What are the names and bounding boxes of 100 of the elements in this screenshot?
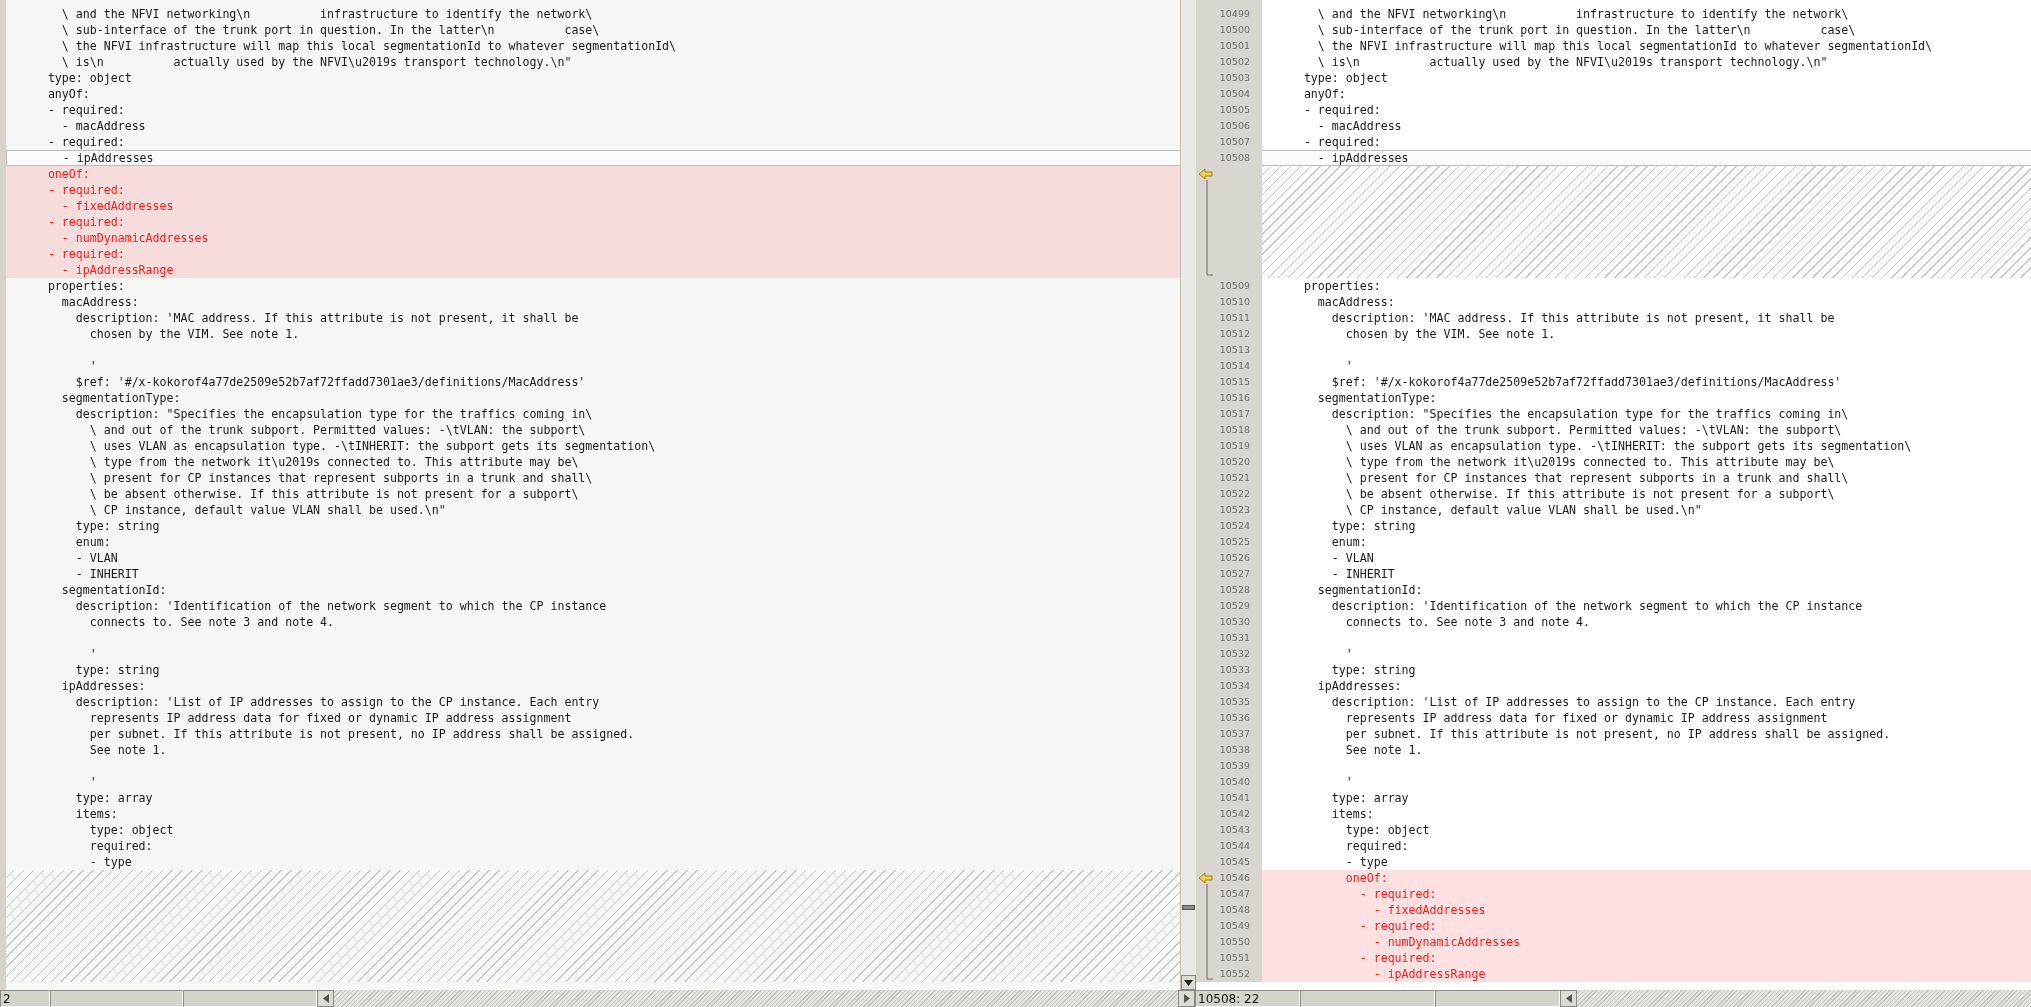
code-line: segmentationType: — [60, 391, 181, 405]
code-line: - ipAddresses — [61, 151, 154, 165]
line-number: 10540 — [1219, 776, 1250, 788]
chunk-arrow-icon[interactable] — [1197, 166, 1215, 278]
line-number: 10548 — [1219, 904, 1250, 916]
code-line: description: "Specifies the encapsulation type for the traffics coming in\ — [1330, 407, 1849, 421]
scroll-down-button[interactable] — [1181, 975, 1196, 990]
code-line: properties: — [1302, 279, 1381, 293]
line-number: 10508 — [1219, 152, 1250, 164]
code-line: per subnet. If this attribute is not present, no IP address shall be assigned. — [88, 727, 635, 741]
code-line: \ and the NFVI networking\n infrastructure to identify the network\ — [60, 7, 593, 21]
line-number: 10538 — [1219, 744, 1250, 756]
code-line: - fixedAddresses — [1372, 903, 1486, 917]
scroll-left-button[interactable] — [1560, 990, 1577, 1007]
code-line: segmentationId: — [60, 583, 167, 597]
code-line: oneOf: — [1344, 871, 1388, 885]
line-number: 10551 — [1219, 952, 1250, 964]
line-number: 10507 — [1219, 136, 1250, 148]
code-line: \ and out of the trunk subport. Permitted values: -\tVLAN: the subport\ — [1344, 423, 1842, 437]
line-number: 10510 — [1219, 296, 1250, 308]
line-number: 10511 — [1219, 312, 1250, 324]
line-number: 10516 — [1219, 392, 1250, 404]
code-line: - required: — [1358, 887, 1437, 901]
horizontal-scrollbar[interactable] — [317, 990, 1195, 1007]
line-number: 10546 — [1219, 872, 1250, 884]
code-line: required: — [88, 839, 153, 853]
code-line: connects to. See note 3 and note 4. — [88, 615, 335, 629]
code-line: - required: — [46, 135, 125, 149]
line-number: 10499 — [1219, 8, 1250, 20]
scrollbar-thumb[interactable] — [1182, 905, 1195, 910]
line-number: 10524 — [1219, 520, 1250, 532]
code-line: chosen by the VIM. See note 1. — [88, 327, 300, 341]
code-line: - numDynamicAddresses — [1372, 935, 1521, 949]
code-line: - ipAddressRange — [1372, 967, 1486, 981]
line-number: 10504 — [1219, 88, 1250, 100]
code-line: \ present for CP instances that represent subports in a trunk and shall\ — [88, 471, 593, 485]
line-number: 10528 — [1219, 584, 1250, 596]
line-number: 10500 — [1219, 24, 1250, 36]
scroll-left-button[interactable] — [317, 990, 334, 1007]
status-field: 10508: 22 — [1195, 990, 1300, 1007]
code-line: - required: — [1358, 919, 1437, 933]
code-line: - type — [88, 855, 132, 869]
code-line: \ type from the network it\u2019s connected to. This attribute may be\ — [1344, 455, 1835, 469]
line-number: 10536 — [1219, 712, 1250, 724]
code-line: \ uses VLAN as encapsulation type. -\tINHERIT: the subport gets its segmentation\ — [88, 439, 656, 453]
code-line: - ipAddresses — [1316, 151, 1409, 165]
line-number: 10534 — [1219, 680, 1250, 692]
down-triangle-icon — [1184, 979, 1193, 986]
line-number: 10515 — [1219, 376, 1250, 388]
code-line: ' — [1344, 359, 1353, 373]
line-number: 10535 — [1219, 696, 1250, 708]
scroll-right-button[interactable] — [1178, 990, 1195, 1007]
code-line: required: — [1344, 839, 1409, 853]
code-line: - INHERIT — [74, 567, 139, 581]
line-number: 10529 — [1219, 600, 1250, 612]
code-line: \ and out of the trunk subport. Permitted values: -\tVLAN: the subport\ — [88, 423, 586, 437]
line-number: 10542 — [1219, 808, 1250, 820]
code-line: ipAddresses: — [60, 679, 146, 693]
code-line: description: 'List of IP addresses to assign to the CP instance. Each entry — [1330, 695, 1856, 709]
code-line: chosen by the VIM. See note 1. — [1344, 327, 1556, 341]
code-line: oneOf: — [46, 167, 90, 181]
code-line: description: 'MAC address. If this attribute is not present, it shall be — [74, 311, 579, 325]
line-number: 10544 — [1219, 840, 1250, 852]
line-number: 10505 — [1219, 104, 1250, 116]
code-line: enum: — [74, 535, 111, 549]
code-line: $ref: '#/x-kokorof4a77de2509e52b7af72ffadd7301ae3/definitions/MacAddress' — [74, 375, 586, 389]
code-line: properties: — [46, 279, 125, 293]
code-line: - macAddress — [1316, 119, 1402, 133]
line-number: 10549 — [1219, 920, 1250, 932]
code-line: macAddress: — [60, 295, 139, 309]
code-line: segmentationType: — [1316, 391, 1437, 405]
line-number: 10512 — [1219, 328, 1250, 340]
line-number: 10537 — [1219, 728, 1250, 740]
code-line: enum: — [1330, 535, 1367, 549]
code-line: ' — [88, 775, 97, 789]
code-line: description: 'List of IP addresses to assign to the CP instance. Each entry — [74, 695, 600, 709]
line-number: 10533 — [1219, 664, 1250, 676]
code-line: \ uses VLAN as encapsulation type. -\tINHERIT: the subport gets its segmentation\ — [1344, 439, 1912, 453]
line-number: 10503 — [1219, 72, 1250, 84]
code-line: - required: — [46, 215, 125, 229]
code-line: \ the NFVI infrastructure will map this local segmentationId to whatever segmentationId\ — [60, 39, 677, 53]
code-line: - INHERIT — [1330, 567, 1395, 581]
left-triangle-icon — [322, 994, 329, 1003]
code-line: macAddress: — [1316, 295, 1395, 309]
line-number: 10550 — [1219, 936, 1250, 948]
line-number: 10532 — [1219, 648, 1250, 660]
code-line: description: 'Identification of the network segment to which the CP instance — [74, 599, 607, 613]
line-number: 10513 — [1219, 344, 1250, 356]
scrollbar[interactable] — [1180, 0, 1196, 990]
horizontal-scrollbar[interactable] — [1560, 990, 2031, 1007]
code-line: - VLAN — [74, 551, 118, 565]
code-line: type: string — [1330, 519, 1416, 533]
line-number: 10531 — [1219, 632, 1250, 644]
code-line: - required: — [1302, 103, 1381, 117]
line-number: 10520 — [1219, 456, 1250, 468]
code-line: \ the NFVI infrastructure will map this local segmentationId to whatever segmentationId\ — [1316, 39, 1933, 53]
code-line: \ sub-interface of the trunk port in question. In the latter\n case\ — [60, 23, 600, 37]
code-line: ' — [1344, 775, 1353, 789]
code-line: ' — [88, 359, 97, 373]
code-line: ' — [1344, 647, 1353, 661]
